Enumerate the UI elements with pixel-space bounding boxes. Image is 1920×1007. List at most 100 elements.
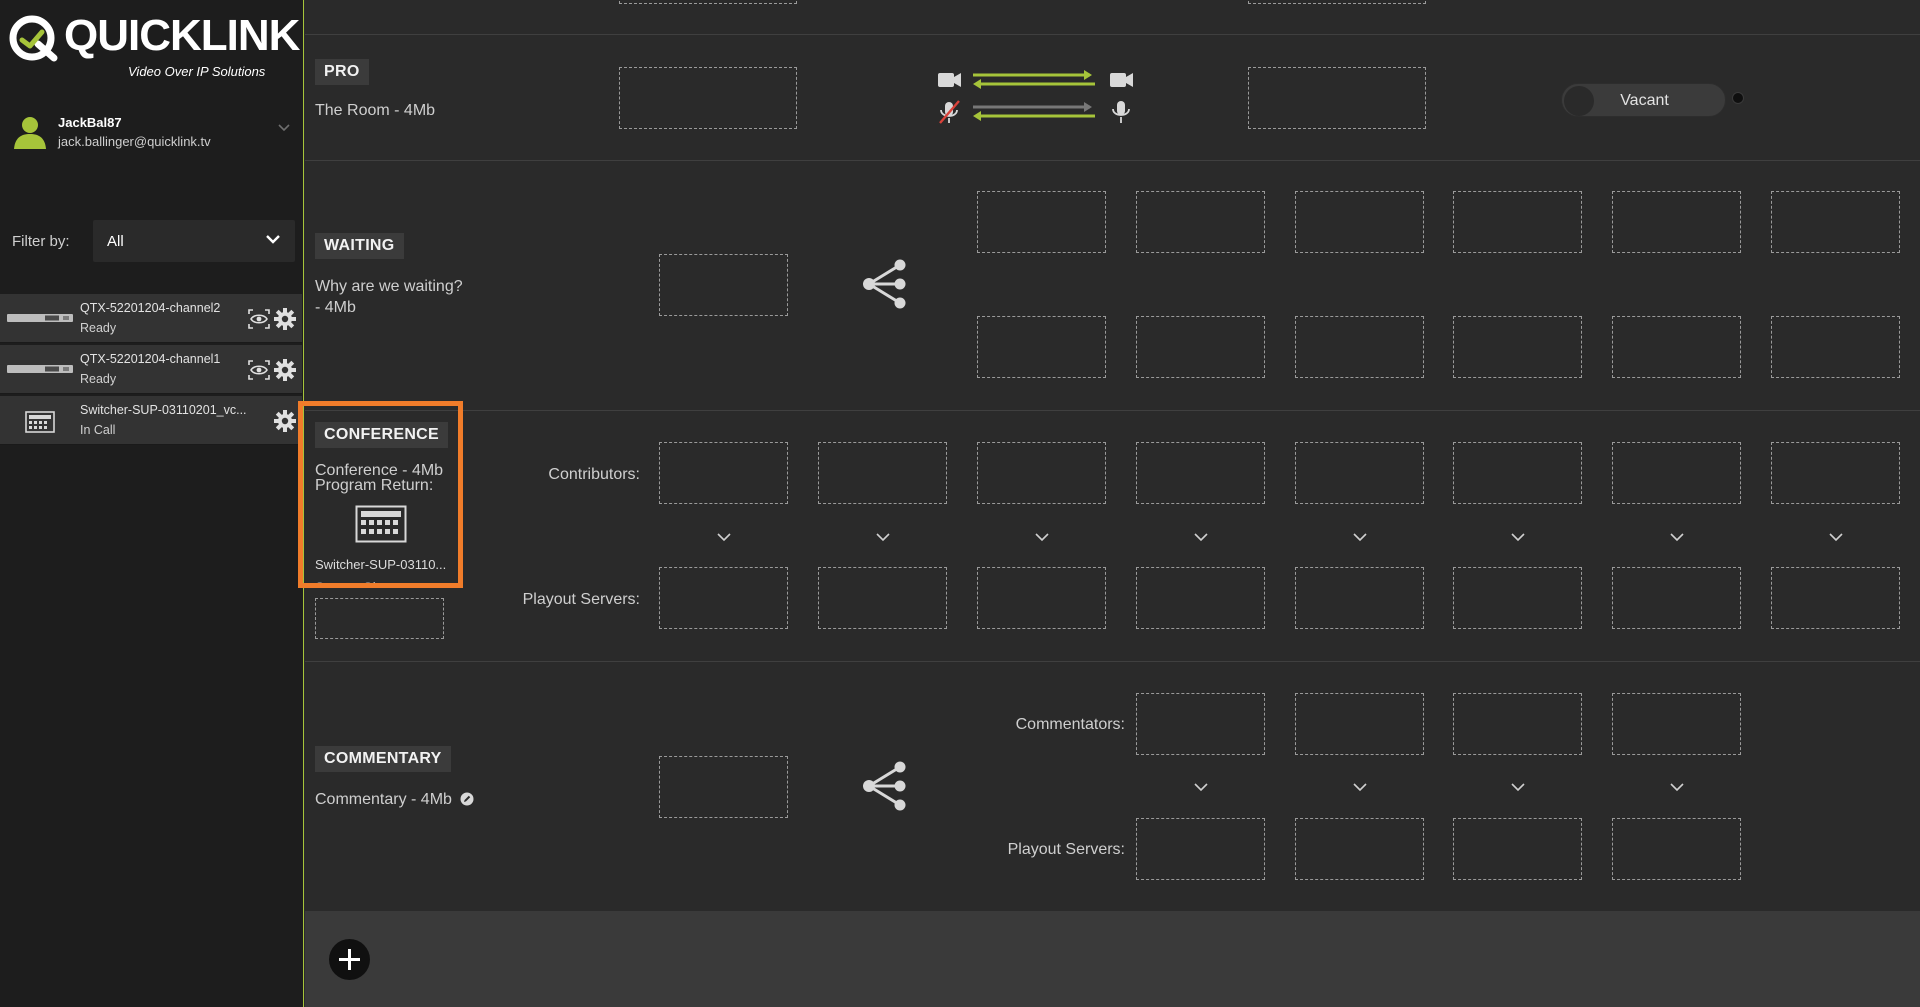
- highlight-box: [298, 401, 463, 588]
- contributor-slot[interactable]: [977, 442, 1106, 504]
- brand-name: QUICKLINK: [64, 11, 300, 60]
- edit-icon[interactable]: [460, 792, 474, 806]
- device-item[interactable]: Switcher-SUP-03110201_vc... In Call: [0, 396, 302, 445]
- commentator-slot[interactable]: [1295, 693, 1424, 755]
- chevron-down-icon[interactable]: [1829, 533, 1843, 542]
- video-slot[interactable]: [1771, 191, 1900, 253]
- device-status: Ready: [80, 321, 117, 335]
- qtx-device-icon: [7, 365, 73, 373]
- share-icon[interactable]: [860, 759, 910, 813]
- chevron-down-icon[interactable]: [278, 124, 290, 132]
- contributor-slot[interactable]: [1136, 442, 1265, 504]
- contributor-slot[interactable]: [1295, 442, 1424, 504]
- playout-server-slot[interactable]: [1612, 567, 1741, 629]
- plus-icon: [339, 949, 360, 970]
- video-slot[interactable]: [977, 191, 1106, 253]
- commentator-slot[interactable]: [1612, 693, 1741, 755]
- playout-server-slot[interactable]: [1136, 818, 1265, 880]
- playout-server-slot[interactable]: [1295, 567, 1424, 629]
- playout-server-slot[interactable]: [1612, 818, 1741, 880]
- section-commentary: COMMENTARY Commentary - 4Mb Commentators…: [305, 662, 1920, 911]
- username: JackBal87: [58, 115, 122, 130]
- video-slot[interactable]: [977, 316, 1106, 378]
- playout-server-slot[interactable]: [659, 567, 788, 629]
- video-slot[interactable]: [1453, 316, 1582, 378]
- chevron-down-icon[interactable]: [1194, 533, 1208, 542]
- gear-icon[interactable]: [274, 359, 296, 381]
- status-indicator: [1732, 92, 1744, 104]
- preview-icon[interactable]: [248, 309, 270, 329]
- chevron-down-icon[interactable]: [1194, 783, 1208, 792]
- gear-icon[interactable]: [274, 410, 296, 432]
- sidebar: QUICKLINK Video Over IP Solutions JackBa…: [0, 0, 304, 1007]
- device-status: In Call: [80, 423, 116, 437]
- video-slot[interactable]: [1136, 316, 1265, 378]
- user-email: jack.ballinger@quicklink.tv: [58, 134, 211, 149]
- occupancy-toggle[interactable]: Vacant: [1561, 83, 1726, 117]
- chevron-down-icon[interactable]: [1511, 533, 1525, 542]
- section-tag: PRO: [315, 59, 369, 85]
- chevron-down-icon[interactable]: [717, 533, 731, 542]
- contributor-slot[interactable]: [659, 442, 788, 504]
- contributor-slot[interactable]: [818, 442, 947, 504]
- playout-server-slot[interactable]: [1136, 567, 1265, 629]
- playout-server-slot[interactable]: [1771, 567, 1900, 629]
- playout-server-slot[interactable]: [818, 567, 947, 629]
- video-slot[interactable]: [1771, 316, 1900, 378]
- video-slot[interactable]: [1295, 191, 1424, 253]
- playout-server-slot[interactable]: [1453, 818, 1582, 880]
- contributor-slot[interactable]: [1612, 442, 1741, 504]
- commentator-slot[interactable]: [1136, 693, 1265, 755]
- chevron-down-icon[interactable]: [1353, 783, 1367, 792]
- chevron-down-icon[interactable]: [1511, 783, 1525, 792]
- preview-icon[interactable]: [248, 360, 270, 380]
- filter-select[interactable]: All: [93, 220, 295, 262]
- chevron-down-icon[interactable]: [1035, 533, 1049, 542]
- video-slot[interactable]: [1453, 191, 1582, 253]
- device-item[interactable]: QTX-52201204-channel1 Ready: [0, 345, 302, 394]
- video-slot[interactable]: [659, 756, 788, 818]
- screen-share-slot[interactable]: [315, 598, 444, 639]
- video-slot[interactable]: [1612, 191, 1741, 253]
- qtx-device-icon: [7, 314, 73, 322]
- add-room-button[interactable]: [329, 939, 370, 980]
- contributor-slot[interactable]: [1771, 442, 1900, 504]
- contributor-slot[interactable]: [1453, 442, 1582, 504]
- video-slot[interactable]: [659, 254, 788, 316]
- playout-servers-label: Playout Servers:: [522, 591, 640, 608]
- section-conference: CONFERENCE Conference - 4Mb Program Retu…: [305, 411, 1920, 662]
- chevron-down-icon[interactable]: [1670, 783, 1684, 792]
- share-icon[interactable]: [860, 257, 910, 311]
- video-slot[interactable]: [619, 0, 797, 4]
- section-waiting: WAITING Why are we waiting? - 4Mb: [305, 161, 1920, 411]
- chevron-down-icon[interactable]: [876, 533, 890, 542]
- device-status: Ready: [80, 372, 117, 386]
- chevron-down-icon[interactable]: [1353, 533, 1367, 542]
- av-link-icon: [938, 70, 1133, 124]
- video-slot[interactable]: [1612, 316, 1741, 378]
- filter-label: Filter by:: [12, 233, 70, 250]
- toggle-label: Vacant: [1620, 92, 1669, 109]
- switcher-icon: [25, 411, 55, 433]
- video-slot[interactable]: [619, 67, 797, 129]
- quicklink-logo-mark-icon: [9, 15, 58, 62]
- camera-icon: [938, 73, 961, 87]
- brand-tagline: Video Over IP Solutions: [128, 64, 266, 79]
- commentators-label: Commentators:: [1015, 716, 1125, 733]
- playout-server-slot[interactable]: [977, 567, 1106, 629]
- user-menu[interactable]: JackBal87 jack.ballinger@quicklink.tv: [10, 112, 294, 154]
- video-slot[interactable]: [1248, 67, 1426, 129]
- video-slot[interactable]: [1136, 191, 1265, 253]
- commentator-slot[interactable]: [1453, 693, 1582, 755]
- contributors-label: Contributors:: [548, 466, 640, 483]
- chevron-down-icon[interactable]: [1670, 533, 1684, 542]
- device-name: QTX-52201204-channel2: [80, 301, 221, 315]
- footer-bar: [305, 911, 1920, 1007]
- device-item[interactable]: QTX-52201204-channel2 Ready: [0, 294, 302, 343]
- gear-icon[interactable]: [274, 308, 296, 330]
- video-slot[interactable]: [1295, 316, 1424, 378]
- filter-bar: Filter by: All: [12, 220, 295, 262]
- video-slot[interactable]: [1248, 0, 1426, 4]
- playout-server-slot[interactable]: [1295, 818, 1424, 880]
- playout-server-slot[interactable]: [1453, 567, 1582, 629]
